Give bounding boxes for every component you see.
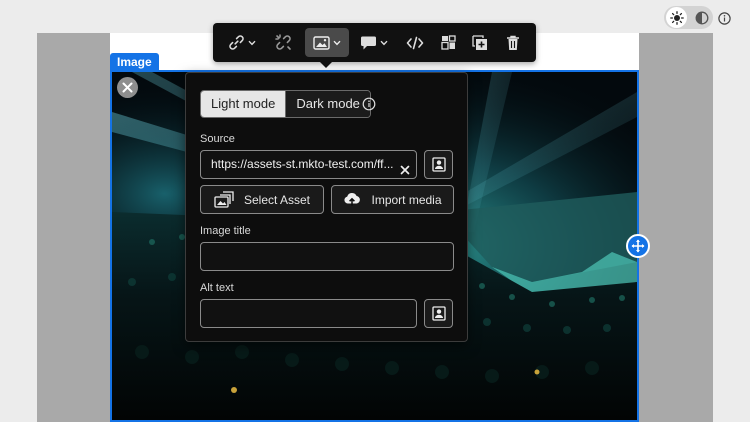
- alt-text-label: Alt text: [200, 282, 234, 294]
- block-type-tag: Image: [110, 53, 159, 71]
- asset-icon: [214, 191, 234, 208]
- portrait-icon: [431, 306, 446, 321]
- select-asset-button[interactable]: Select Asset: [200, 185, 324, 214]
- duplicate-button[interactable]: [466, 28, 494, 57]
- link-button[interactable]: [223, 28, 261, 57]
- contrast-icon[interactable]: [694, 10, 710, 26]
- comment-button[interactable]: [355, 28, 393, 57]
- trash-icon: [507, 35, 519, 50]
- color-mode-switch: Light mode Dark mode: [200, 90, 371, 118]
- image-settings-popover: Light mode Dark mode Source https://asse…: [185, 72, 468, 342]
- select-asset-label: Select Asset: [243, 192, 311, 207]
- move-icon[interactable]: [626, 234, 650, 258]
- toolbar-pointer: [319, 61, 333, 68]
- duplicate-icon: [472, 34, 487, 50]
- code-icon: [406, 36, 424, 49]
- unlink-icon: [274, 34, 291, 50]
- sun-icon[interactable]: [666, 7, 687, 28]
- info-icon[interactable]: [716, 10, 732, 26]
- dark-mode-button[interactable]: Dark mode: [285, 91, 370, 117]
- comment-icon: [361, 36, 376, 49]
- clear-icon[interactable]: [399, 164, 411, 176]
- delete-button[interactable]: [499, 28, 527, 57]
- chevron-down-icon: [333, 40, 341, 45]
- chevron-down-icon: [380, 40, 388, 45]
- import-media-label: Import media: [371, 192, 442, 207]
- image-title-input[interactable]: [200, 242, 454, 271]
- cloud-upload-icon: [344, 192, 361, 206]
- image-title-label: Image title: [200, 225, 251, 237]
- browse-alt-button[interactable]: [424, 299, 453, 328]
- info-icon[interactable]: [362, 97, 376, 111]
- image-button[interactable]: [305, 28, 349, 57]
- code-button[interactable]: [401, 28, 429, 57]
- layout-button[interactable]: [434, 28, 462, 57]
- source-label: Source: [200, 133, 235, 145]
- portrait-icon: [431, 157, 446, 172]
- link-icon: [229, 35, 244, 50]
- image-icon: [313, 35, 330, 50]
- chevron-down-icon: [248, 40, 256, 45]
- unlink-button[interactable]: [269, 28, 297, 57]
- grid-icon: [440, 35, 456, 50]
- light-mode-button[interactable]: Light mode: [201, 91, 286, 117]
- close-icon[interactable]: [117, 77, 138, 98]
- rich-text-toolbar: [213, 23, 536, 62]
- browse-source-button[interactable]: [424, 150, 453, 179]
- alt-text-input[interactable]: [200, 299, 417, 328]
- import-media-button[interactable]: Import media: [331, 185, 454, 214]
- source-input[interactable]: https://assets-st.mkto-test.com/ff...: [200, 150, 417, 179]
